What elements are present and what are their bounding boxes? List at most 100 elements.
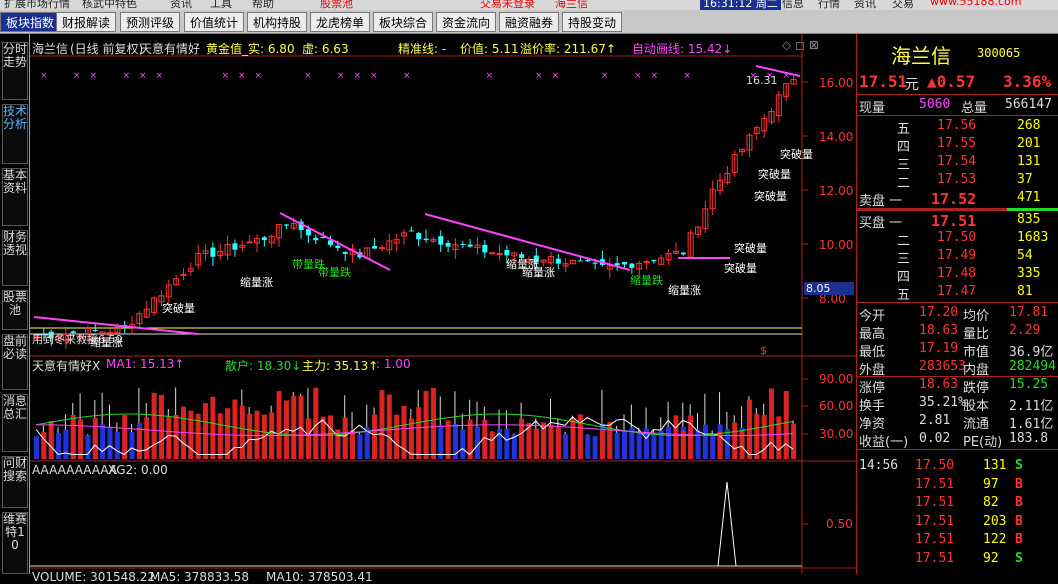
total-vol-value: 566147 xyxy=(1005,97,1052,112)
annotation-label: 缩量跌 xyxy=(630,274,663,287)
trade-row-0-time: 14:56 xyxy=(859,458,899,473)
tab-yuce[interactable]: 预测评级 xyxy=(120,12,181,32)
trade-row-5-price: 17.51 xyxy=(915,550,955,566)
sub1-bar-red xyxy=(688,415,694,459)
precise-line: 精准线: - xyxy=(398,42,447,56)
candle-body xyxy=(460,243,466,245)
sub1-bar-red xyxy=(203,403,209,459)
now-vol-value: 5060 xyxy=(919,97,951,112)
menu-item[interactable]: 资讯 xyxy=(854,0,876,10)
bid-row-2-vol: 54 xyxy=(1017,248,1033,263)
sub1-line-magenta xyxy=(35,424,794,437)
nav-wencai[interactable]: 问财搜索 xyxy=(2,456,28,508)
sub1-bar-red xyxy=(217,413,223,459)
tab-longhu[interactable]: 龙虎榜单 xyxy=(310,12,371,32)
sub1-bar-blue xyxy=(710,433,716,459)
sub1-bar-blue xyxy=(34,436,39,459)
bid-row-3-price: 17.48 xyxy=(937,266,977,281)
kline-chart-area[interactable]: × × × × × × × × × × × × × × × × × × × × × × × × 海兰信 (日线 前复权) 天意… xyxy=(30,34,856,584)
price-axis-16: 16.00 xyxy=(819,76,854,90)
sub1-bar-blue xyxy=(438,425,444,459)
menu-item[interactable]: 扩展市场行情 xyxy=(4,0,70,10)
candle-body xyxy=(378,247,385,250)
tab-jigou[interactable]: 机构持股 xyxy=(247,12,308,32)
tab-jiazhi[interactable]: 价值统计 xyxy=(184,12,245,32)
sub1-bar-red xyxy=(394,414,400,459)
total-vol-label: 总量 xyxy=(961,101,988,116)
nav-gupiaochi[interactable]: 股票池 xyxy=(2,290,28,330)
sub1-bar-blue xyxy=(129,432,135,459)
stat-row-2-value1: 17.19 xyxy=(919,341,959,356)
quote-change: ▲0.57 xyxy=(927,72,976,91)
menu-item[interactable]: 核武中特色 xyxy=(82,0,137,10)
stat-row-0-label1: 今开 xyxy=(859,309,886,324)
trade-row-2-side: B xyxy=(1015,495,1023,510)
annotation-label: 突破量 xyxy=(734,242,767,255)
kline-canvas[interactable]: × × × × × × × × × × × × × × × × × × × × × × × × xyxy=(30,34,856,574)
price-axis-10: 10.00 xyxy=(819,238,854,252)
bid-row-3-vol: 335 xyxy=(1017,266,1041,281)
quote-stock-name: 海兰信 xyxy=(891,44,951,68)
bid-row-2-label: 三 xyxy=(897,252,911,267)
tab-rongzi[interactable]: 融资融券 xyxy=(499,12,560,32)
site-link[interactable]: www.55188.com xyxy=(930,0,1021,8)
nav-fenshi[interactable]: 分时走势 xyxy=(2,42,28,100)
panel-control-icons[interactable]: ◇ ◻ ⊠ xyxy=(782,38,819,52)
sub1-bar-blue xyxy=(504,428,510,459)
signal-marker: × xyxy=(354,71,362,81)
stat-row-7-label1: 收益(一) xyxy=(859,435,909,450)
sub1-bar-red xyxy=(761,414,767,459)
sub1-bar-red xyxy=(232,399,238,459)
nav-caiwu[interactable]: 财务透视 xyxy=(2,230,28,286)
menu-item[interactable]: 工具 xyxy=(210,0,232,10)
sub1-bar-red xyxy=(350,430,356,459)
menu-item[interactable]: 股票池 xyxy=(320,0,353,10)
candle-body xyxy=(467,244,473,247)
menu-item: 交易未登录 xyxy=(480,0,535,10)
tab-bankuai[interactable]: 板块指数 xyxy=(0,12,61,32)
signal-marker: × xyxy=(601,71,609,81)
nav-jishu[interactable]: 技术分析 xyxy=(2,104,28,164)
sub1-bar-blue xyxy=(592,436,598,459)
menu-item[interactable]: 资讯 xyxy=(170,0,192,10)
stat-row-2-label1: 最低 xyxy=(859,345,886,360)
stat-row-4-value1: 18.63 xyxy=(919,377,959,392)
tab-bankuai-zonghe[interactable]: 板块综合 xyxy=(373,12,434,32)
bid-row-4-price: 17.47 xyxy=(937,284,977,299)
nav-xiaoxi[interactable]: 消息总汇 xyxy=(2,394,28,452)
candle-body xyxy=(416,233,422,240)
nav-panqian[interactable]: 盘前必读 xyxy=(2,334,28,390)
menu-item: 海兰信 xyxy=(555,0,588,10)
dollar-mark: $ xyxy=(760,344,767,357)
sub1-bar-red xyxy=(732,422,738,459)
tab-zijin[interactable]: 资金流向 xyxy=(436,12,497,32)
tab-caibao[interactable]: 财报解读 xyxy=(56,12,117,32)
sub1-bar-red xyxy=(188,410,194,459)
value-label: 价值: 5.11 xyxy=(460,42,519,56)
sub1-bar-red xyxy=(783,391,789,459)
candle-body xyxy=(283,224,289,226)
sub1-bar-red xyxy=(247,413,253,459)
menu-item[interactable]: 交易 xyxy=(892,0,914,10)
nav-weisaite[interactable]: 维赛特10 xyxy=(2,512,28,574)
menu-item[interactable]: 信息 xyxy=(782,0,804,10)
stat-row-1-value1: 18.63 xyxy=(919,323,959,338)
signal-marker: × xyxy=(222,71,230,81)
signal-marker: × xyxy=(370,71,378,81)
nav-jiben[interactable]: 基本资料 xyxy=(2,168,28,226)
candle-body xyxy=(651,259,657,262)
menu-item[interactable]: 帮助 xyxy=(252,0,274,10)
annotation-label: 突破量 xyxy=(162,302,195,315)
sub1-bar-blue xyxy=(357,434,363,459)
sub1-bar-red xyxy=(386,394,392,459)
sub1-bar-red xyxy=(423,390,429,459)
sub1-bar-red xyxy=(342,417,348,459)
ask-row-1-label: 四 xyxy=(897,140,911,155)
tab-chigu[interactable]: 持股变动 xyxy=(562,12,623,32)
sub1-bar-red xyxy=(328,415,333,459)
ask-row-3-price: 17.53 xyxy=(937,172,977,187)
annotation-label: 突破量 xyxy=(724,262,757,275)
menu-item[interactable]: 行情 xyxy=(818,0,840,10)
trade-row-3-price: 17.51 xyxy=(915,513,955,529)
auto-line: 自动画线: 15.42↓ xyxy=(632,42,733,56)
